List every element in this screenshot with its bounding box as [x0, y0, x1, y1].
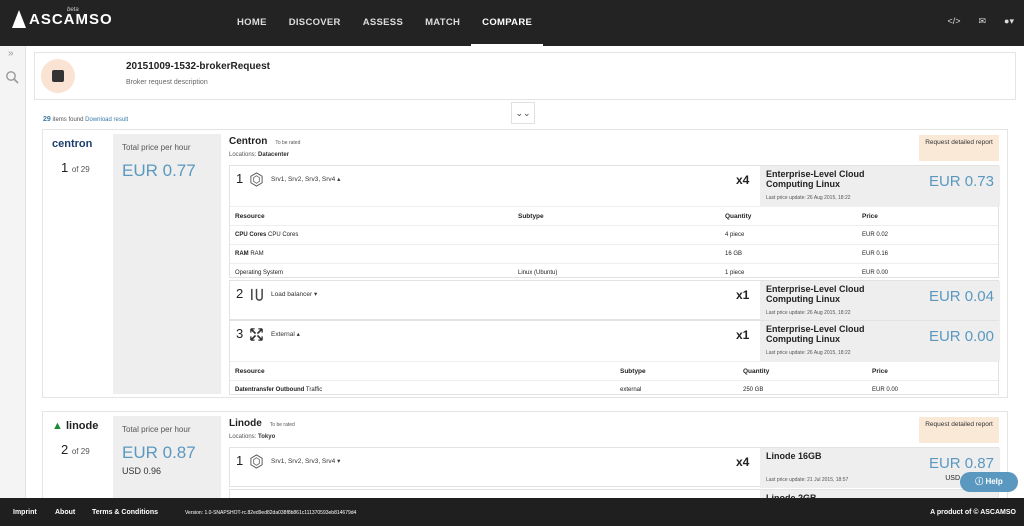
provider-location: Locations: Tokyo — [229, 434, 276, 440]
nav-match[interactable]: MATCH — [414, 0, 471, 46]
product-credit: A product of © ASCAMSO — [930, 509, 1016, 516]
footer: Imprint About Terms & Conditions Version… — [0, 498, 1024, 526]
server-group-3: 3 External ▴ x1 Enterprise-Level Cloud C… — [229, 320, 1000, 395]
terms-link[interactable]: Terms & Conditions — [92, 509, 158, 516]
server-group-1: 1 Srv1, Srv2, Srv3, Srv4 ▴ x4 Enterprise… — [229, 165, 1000, 278]
load-balancer-icon — [251, 288, 263, 301]
server-group-2: 2 Load balancer ▾ x1 Enterprise-Level Cl… — [229, 280, 1000, 321]
group-toggle[interactable]: Srv1, Srv2, Srv3, Srv4 ▴ — [271, 175, 340, 183]
server-hex-icon — [250, 172, 263, 187]
ascamso-logo[interactable]: ASCAMSO beta — [12, 7, 113, 28]
top-navbar: ASCAMSO beta HOME DISCOVER ASSESS MATCH … — [0, 0, 1024, 46]
total-price: EUR 0.77 — [122, 161, 196, 180]
download-result-link[interactable]: Download result — [85, 117, 128, 123]
provider-card-centron: centron 1 of 29 Total price per hour EUR… — [42, 129, 1008, 398]
provider-card-linode: ▲ linode 2 of 29 Total price per hour EU… — [42, 411, 1008, 516]
resource-table: Resource Subtype Quantity Price CPU Core… — [230, 206, 998, 283]
help-button[interactable]: ⓘ Help — [960, 472, 1018, 492]
results-count: 29 items found Download result — [43, 116, 129, 123]
request-stop-icon — [41, 59, 75, 93]
linode-mark-icon: ▲ — [52, 420, 63, 432]
user-menu-icon[interactable]: ●▾ — [1004, 16, 1014, 27]
request-detailed-report-button[interactable]: Request detailed report — [919, 417, 999, 443]
table-row: CPU Cores CPU Cores 4 piece EUR 0.02 — [230, 226, 998, 245]
request-description: Broker request description — [126, 79, 208, 86]
logo-mark-icon — [12, 10, 26, 28]
collapse-chevron-icon[interactable]: ⌄⌄ — [511, 102, 535, 124]
total-price-usd: USD 0.96 — [122, 466, 162, 476]
table-header: Resource Subtype Quantity Price — [230, 362, 998, 381]
provider-rank: 2 of 29 — [61, 442, 90, 457]
offer-box: Enterprise-Level Cloud Computing Linux L… — [760, 321, 1000, 361]
main-content: 20151009-1532-brokerRequest Broker reque… — [34, 52, 1016, 516]
mail-icon[interactable]: ✉ — [978, 16, 986, 27]
centron-logo: centron — [52, 138, 93, 150]
group-toggle[interactable]: Srv1, Srv2, Srv3, Srv4 ▾ — [271, 457, 340, 465]
total-price: EUR 0.87 — [122, 443, 196, 462]
nav-discover[interactable]: DISCOVER — [278, 0, 352, 46]
total-price-box: Total price per hour EUR 0.77 — [113, 134, 221, 394]
group-toggle[interactable]: External ▴ — [271, 330, 300, 338]
expand-sidebar-icon[interactable]: » — [8, 48, 14, 59]
linode-logo: ▲ linode — [52, 420, 99, 432]
provider-rank: 1 of 29 — [61, 160, 90, 175]
main-nav: HOME DISCOVER ASSESS MATCH COMPARE — [226, 0, 544, 46]
server-group-1: 1 Srv1, Srv2, Srv3, Srv4 ▾ x4 Linode 16G… — [229, 447, 1000, 488]
server-hex-icon — [250, 454, 263, 469]
sidebar: » — [0, 46, 26, 498]
offer-box: Enterprise-Level Cloud Computing Linux L… — [760, 166, 1000, 206]
request-detailed-report-button[interactable]: Request detailed report — [919, 135, 999, 161]
about-link[interactable]: About — [55, 509, 75, 516]
nav-home[interactable]: HOME — [226, 0, 278, 46]
request-title: 20151009-1532-brokerRequest — [126, 61, 270, 72]
imprint-link[interactable]: Imprint — [13, 509, 37, 516]
code-icon[interactable]: </> — [947, 16, 960, 27]
table-row: RAM RAM 16 GB EUR 0.16 — [230, 245, 998, 264]
version-text: Version: 1.0-SNAPSHOT-rc.82ed9ed82da038f… — [185, 510, 357, 516]
resource-table: Resource Subtype Quantity Price Datentra… — [230, 361, 998, 400]
offer-box: Enterprise-Level Cloud Computing Linux L… — [760, 281, 1000, 321]
provider-name: Centron To be rated — [229, 136, 301, 147]
nav-compare[interactable]: COMPARE — [471, 0, 544, 46]
provider-name: Linode To be rated — [229, 418, 295, 429]
table-row: Datentransfer Outbound Traffic external … — [235, 387, 899, 393]
provider-location: Locations: Datacenter — [229, 152, 290, 158]
broker-request-card: 20151009-1532-brokerRequest Broker reque… — [34, 52, 1016, 100]
search-icon[interactable] — [5, 70, 19, 84]
table-header: Resource Subtype Quantity Price — [230, 207, 998, 226]
group-toggle[interactable]: Load balancer ▾ — [271, 290, 317, 298]
nav-assess[interactable]: ASSESS — [352, 0, 414, 46]
external-arrows-icon — [250, 328, 263, 341]
top-icons: </> ✉ ●▾ — [947, 16, 1014, 27]
